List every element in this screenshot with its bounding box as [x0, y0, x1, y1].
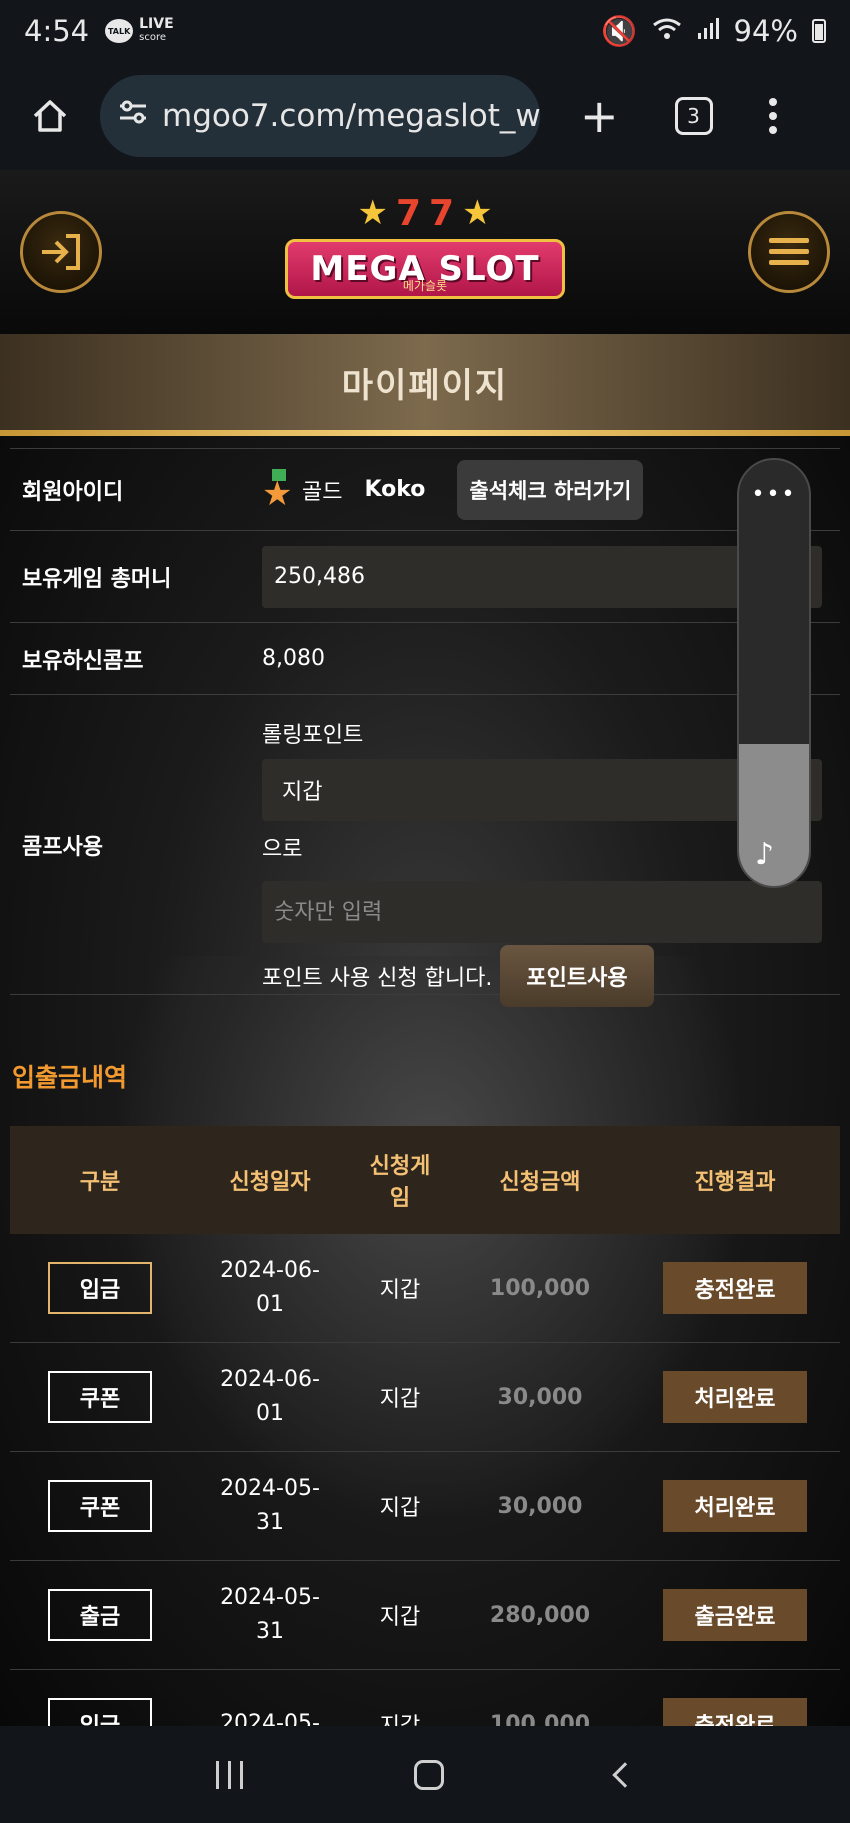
transaction-history-table: 구분 신청일자 신청게 임 신청금액 진행결과 입금 2024-06- 01 지…	[10, 1126, 840, 1726]
status-icons: 🔇 94%	[601, 14, 826, 49]
status-bar: 4:54 TALK LIVE score 🔇 94%	[0, 0, 850, 62]
logo-subtext: 메가슬롯	[402, 279, 448, 293]
star-icon: ★	[357, 193, 388, 233]
row-game: 지갑	[379, 1387, 421, 1412]
row-game: 지갑	[379, 1278, 421, 1303]
point-amount-input[interactable]	[262, 881, 822, 943]
row-date: 2024-05- 31	[220, 1585, 320, 1644]
seven-icon: 7	[395, 193, 421, 234]
battery-icon	[812, 19, 826, 43]
live-score-icon: LIVE score	[139, 16, 174, 44]
tab-switcher-button[interactable]: 3	[674, 97, 713, 135]
row-date: 2024-06- 01	[220, 1367, 320, 1426]
row-game: 지갑	[350, 1708, 450, 1726]
status-badge: 충전완료	[663, 1262, 807, 1314]
url-text: mgoo7.com/megaslot_w	[162, 98, 540, 134]
main-content: 회원아이디 ★ 골드 Koko 출석체크 하러가기 보유게임 총머니 250,4…	[0, 436, 850, 1726]
history-header-row: 구분 신청일자 신청게 임 신청금액 진행결과	[10, 1126, 840, 1234]
type-badge: 입금	[48, 1698, 152, 1726]
wifi-icon	[652, 14, 682, 48]
row-amount: 30,000	[497, 1493, 583, 1519]
live-sub-label: score	[139, 32, 166, 43]
live-label: LIVE	[139, 16, 174, 32]
comp-use-row: 콤프사용 롤링포인트 지갑 ✓ 으로 포인트 사용 신청 합니다. 포인트사용	[10, 694, 840, 1007]
login-button[interactable]	[20, 211, 102, 293]
comp-points-label: 보유하신콤프	[22, 648, 144, 674]
history-section-title: 입출금내역	[12, 1063, 128, 1092]
member-id-value: Koko	[364, 477, 426, 502]
row-amount: 280,000	[489, 1602, 591, 1628]
column-header-amount: 신청금액	[499, 1170, 581, 1195]
star-icon: ★	[462, 193, 493, 233]
battery-percent: 94%	[733, 14, 798, 48]
row-game: 지갑	[379, 1496, 421, 1521]
address-bar[interactable]: mgoo7.com/megaslot_w	[100, 75, 540, 157]
site-header: ★ 7 7 ★ MEGA SLOT 메가슬롯	[0, 170, 850, 334]
use-points-button[interactable]: 포인트사용	[500, 945, 654, 1007]
point-apply-text: 포인트 사용 신청 합니다.	[262, 966, 493, 991]
type-badge: 출금	[48, 1589, 152, 1641]
status-badge: 충전완료	[663, 1698, 807, 1726]
megaslot-logo[interactable]: ★ 7 7 ★ MEGA SLOT 메가슬롯	[275, 187, 575, 317]
table-row: 쿠폰 2024-06- 01 지갑 30,000 처리완료	[10, 1343, 840, 1452]
more-menu-icon[interactable]	[768, 98, 777, 134]
table-row: 출금 2024-05- 31 지갑 280,000 출금완료	[10, 1561, 840, 1670]
signal-icon	[696, 14, 720, 48]
status-badge: 처리완료	[663, 1480, 807, 1532]
status-badge: 출금완료	[663, 1589, 807, 1641]
site-settings-icon[interactable]	[118, 98, 148, 134]
browser-toolbar: mgoo7.com/megaslot_w + 3	[0, 62, 850, 170]
comp-use-label: 콤프사용	[22, 834, 103, 860]
menu-button[interactable]	[748, 211, 830, 293]
music-note-icon[interactable]: ♪	[755, 837, 774, 872]
column-header-date: 신청일자	[229, 1170, 311, 1195]
game-money-label: 보유게임 총머니	[22, 566, 172, 592]
new-tab-icon[interactable]: +	[580, 93, 619, 139]
row-game: 지갑	[379, 1605, 421, 1630]
home-nav-icon[interactable]	[414, 1759, 445, 1790]
row-amount: 100,000	[489, 1711, 591, 1727]
member-info-table: 회원아이디 ★ 골드 Koko 출석체크 하러가기 보유게임 총머니 250,4…	[10, 448, 840, 1007]
table-row: 쿠폰 2024-05- 31 지갑 30,000 처리완료	[10, 1452, 840, 1561]
type-badge: 입금	[48, 1262, 152, 1314]
back-icon[interactable]	[612, 1761, 638, 1788]
talk-icon: TALK	[105, 19, 134, 43]
attendance-check-button[interactable]: 출석체크 하러가기	[457, 459, 644, 520]
row-amount: 100,000	[489, 1275, 591, 1301]
wallet-select-value: 지갑	[282, 780, 323, 805]
table-row: 입금 2024-06- 01 지갑 100,000 충전완료	[10, 1234, 840, 1343]
logo-banner: MEGA SLOT 메가슬롯	[285, 239, 565, 299]
member-id-label: 회원아이디	[22, 479, 124, 505]
more-dots-icon[interactable]: •••	[739, 482, 809, 507]
type-badge: 쿠폰	[48, 1371, 152, 1423]
game-money-row: 보유게임 총머니 250,486	[10, 530, 840, 622]
seven-icon: 7	[429, 193, 455, 234]
row-date: 2024-05- 31	[220, 1476, 320, 1535]
recent-apps-icon[interactable]	[215, 1760, 243, 1789]
gold-medal-icon: ★	[262, 468, 296, 511]
row-amount: 30,000	[497, 1384, 583, 1410]
home-icon[interactable]	[26, 92, 74, 140]
floating-media-widget[interactable]: ••• ♪	[737, 458, 811, 888]
system-navigation-bar	[0, 1726, 850, 1823]
clock: 4:54	[24, 14, 90, 48]
table-row: 입금 2024-05- 지갑 100,000 충전완료	[10, 1670, 840, 1726]
column-header-type: 구분	[79, 1170, 121, 1195]
column-header-result: 진행결과	[694, 1170, 776, 1195]
type-badge: 쿠폰	[48, 1480, 152, 1532]
row-date: 2024-06- 01	[220, 1258, 320, 1317]
member-id-row: 회원아이디 ★ 골드 Koko 출석체크 하러가기	[10, 448, 840, 530]
row-date: 2024-05-	[220, 1711, 320, 1726]
status-badge: 처리완료	[663, 1371, 807, 1423]
member-grade: 골드	[302, 479, 343, 505]
comp-points-row: 보유하신콤프 8,080	[10, 622, 840, 694]
page-title: 마이페이지	[0, 334, 850, 430]
mute-icon: 🔇	[601, 13, 638, 48]
column-header-game: 신청게 임	[369, 1154, 431, 1211]
